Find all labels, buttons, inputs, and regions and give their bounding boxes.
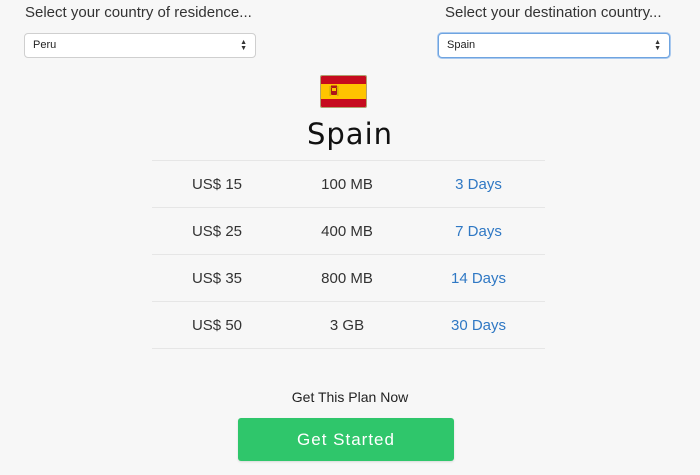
plan-duration-link[interactable]: 14 Days: [412, 270, 545, 287]
plan-price: US$ 35: [191, 269, 243, 287]
plan-row: US$ 35 800 MB 14 Days: [152, 255, 545, 302]
plan-row: US$ 15 100 MB 3 Days: [152, 161, 545, 208]
select-arrows-icon: ▲ ▼: [240, 38, 247, 52]
plan-price: US$ 50: [191, 316, 243, 334]
plans-table: US$ 15 100 MB 3 Days US$ 25 400 MB 7 Day…: [152, 160, 545, 349]
plan-duration-link[interactable]: 3 Days: [412, 176, 545, 193]
destination-label: Select your destination country...: [445, 4, 662, 21]
plan-data: 400 MB: [321, 222, 373, 240]
residence-select[interactable]: Peru ▲ ▼: [24, 33, 256, 58]
cta-text: Get This Plan Now: [291, 389, 409, 405]
destination-select-value: Spain: [447, 39, 476, 51]
plan-duration-link[interactable]: 30 Days: [412, 317, 545, 334]
plan-page: Select your country of residence... Sele…: [0, 0, 700, 475]
residence-select-value: Peru: [33, 39, 57, 51]
get-started-button[interactable]: Get Started: [238, 418, 454, 461]
plan-data: 100 MB: [321, 175, 373, 193]
residence-label: Select your country of residence...: [25, 4, 252, 21]
plan-row: US$ 25 400 MB 7 Days: [152, 208, 545, 255]
plan-row: US$ 50 3 GB 30 Days: [152, 302, 545, 349]
select-arrows-icon: ▲ ▼: [654, 38, 661, 52]
plan-price: US$ 15: [191, 175, 243, 193]
country-name: Spain: [306, 117, 394, 151]
plan-duration-link[interactable]: 7 Days: [412, 223, 545, 240]
plan-data: 3 GB: [329, 316, 365, 334]
plan-data: 800 MB: [321, 269, 373, 287]
spain-flag-icon: [320, 75, 367, 108]
destination-select[interactable]: Spain ▲ ▼: [438, 33, 670, 58]
plan-price: US$ 25: [191, 222, 243, 240]
